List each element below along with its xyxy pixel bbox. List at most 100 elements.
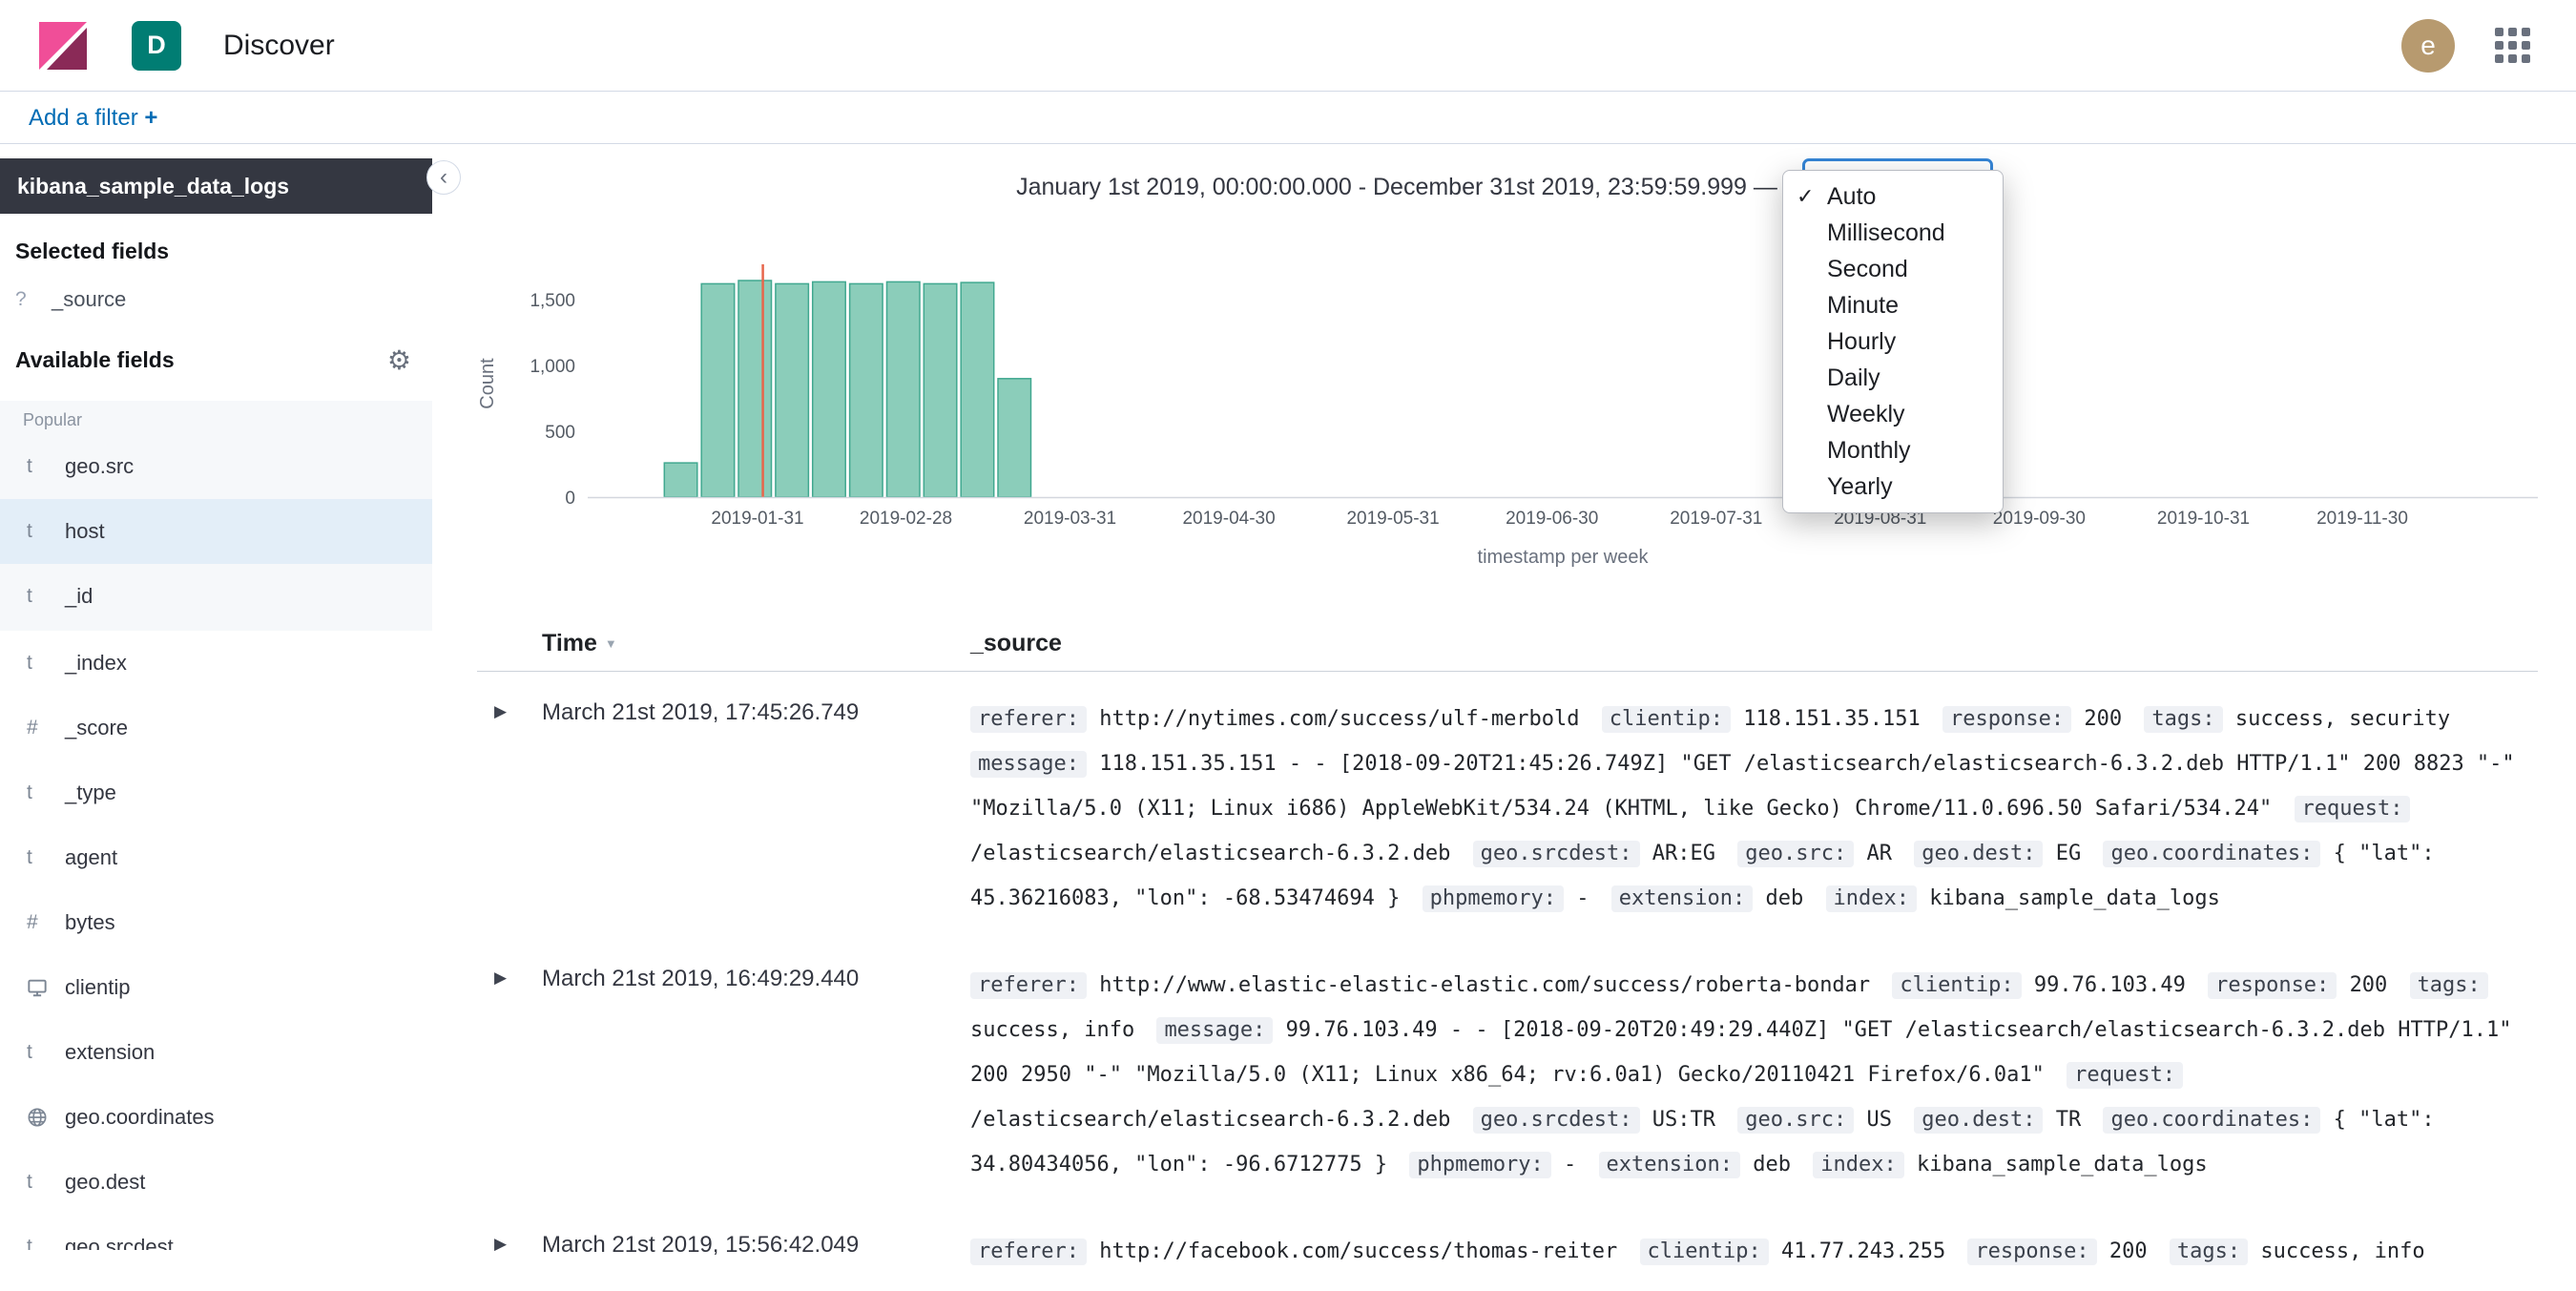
string-field-icon: t xyxy=(27,520,55,543)
histogram-bar[interactable] xyxy=(776,283,809,497)
source-field-name: message: xyxy=(1156,1017,1273,1044)
sidebar-field--type[interactable]: t_type xyxy=(0,760,432,825)
document-source: referer: http://facebook.com/success/tho… xyxy=(970,1229,2538,1274)
interval-option-second[interactable]: Second xyxy=(1783,251,2003,287)
source-field-value: 200 xyxy=(2350,973,2388,997)
x-axis-tick-label: 2019-07-31 xyxy=(1670,509,1762,529)
source-field-name: index: xyxy=(1813,1152,1903,1178)
documents-table: Time▼ _source ▶March 21st 2019, 17:45:26… xyxy=(477,622,2538,1291)
sidebar-field-clientip[interactable]: clientip xyxy=(0,955,432,1020)
interval-option-weekly[interactable]: Weekly xyxy=(1783,396,2003,432)
field-label: clientip xyxy=(65,975,130,1000)
sidebar-field-host[interactable]: thost xyxy=(0,499,432,564)
sidebar-field-geo-src[interactable]: tgeo.src xyxy=(0,434,432,499)
sidebar-field--id[interactable]: t_id xyxy=(0,564,432,629)
add-filter-label: Add a filter xyxy=(29,105,138,131)
document-row: ▶March 21st 2019, 17:45:26.749referer: h… xyxy=(477,672,2538,938)
sidebar-field-source[interactable]: ? _source xyxy=(0,287,432,312)
interval-option-millisecond[interactable]: Millisecond xyxy=(1783,215,2003,251)
sidebar-field--score[interactable]: #_score xyxy=(0,696,432,760)
string-field-icon: t xyxy=(27,1041,55,1064)
expand-document-icon[interactable]: ▶ xyxy=(477,963,542,1187)
source-field-name: response: xyxy=(2208,972,2337,999)
document-source: referer: http://nytimes.com/success/ulf-… xyxy=(970,697,2538,921)
field-label: geo.dest xyxy=(65,1170,145,1195)
source-field-name: referer: xyxy=(970,706,1087,733)
sidebar-field-geo-coordinates[interactable]: geo.coordinates xyxy=(0,1085,432,1150)
add-filter-button[interactable]: Add a filter + xyxy=(29,105,157,132)
sort-descending-icon[interactable]: ▼ xyxy=(605,636,617,651)
source-field-value: kibana_sample_data_logs xyxy=(1929,886,2220,910)
sidebar-field-geo-dest[interactable]: tgeo.dest xyxy=(0,1150,432,1215)
expand-document-icon[interactable]: ▶ xyxy=(477,1229,542,1274)
index-pattern-selector[interactable]: kibana_sample_data_logs xyxy=(0,158,432,214)
source-field-value: deb xyxy=(1753,1153,1791,1176)
user-avatar[interactable]: e xyxy=(2401,19,2455,73)
histogram-bar[interactable] xyxy=(998,379,1031,497)
field-label: agent xyxy=(65,845,117,870)
source-field-value: success, security xyxy=(2235,707,2450,731)
interval-option-minute[interactable]: Minute xyxy=(1783,287,2003,323)
unknown-type-icon: ? xyxy=(15,288,42,311)
histogram-bar[interactable] xyxy=(738,281,772,497)
document-row: ▶March 21st 2019, 15:56:42.049referer: h… xyxy=(477,1204,2538,1291)
source-field-name: response: xyxy=(1942,706,2071,733)
sidebar-field-extension[interactable]: t extension xyxy=(0,1020,432,1085)
interval-option-daily[interactable]: Daily xyxy=(1783,360,2003,396)
interval-option-label: Weekly xyxy=(1827,401,1905,428)
source-field-name: geo.srcdest: xyxy=(1473,841,1640,867)
kibana-logo-icon[interactable] xyxy=(38,21,88,71)
space-avatar[interactable]: D xyxy=(132,21,181,71)
discover-main-panel: ‹ January 1st 2019, 00:00:00.000 - Decem… xyxy=(432,145,2576,1250)
check-icon: ✓ xyxy=(1797,184,1827,209)
histogram-bar[interactable] xyxy=(813,281,846,497)
expand-document-icon[interactable]: ▶ xyxy=(477,697,542,921)
histogram-bar[interactable] xyxy=(887,281,921,497)
x-axis-tick-label: 2019-06-30 xyxy=(1506,509,1598,529)
histogram-bar[interactable] xyxy=(664,463,697,497)
available-fields-heading: Available fields xyxy=(15,347,175,373)
number-field-icon: # xyxy=(27,717,55,739)
source-field-value: success, info xyxy=(2260,1239,2424,1263)
sidebar-field-agent[interactable]: tagent xyxy=(0,825,432,890)
y-axis-tick-label: 500 xyxy=(545,423,575,443)
interval-dropdown-menu: ✓Auto Millisecond SecondMinuteHourlyDaily W… xyxy=(1782,170,2004,513)
string-field-icon: t xyxy=(27,846,55,869)
interval-option-label: Monthly xyxy=(1827,437,1911,465)
sidebar-field--index[interactable]: t_index xyxy=(0,631,432,696)
source-field-value: 200 xyxy=(2109,1239,2148,1263)
field-settings-gear-icon[interactable]: ⚙ xyxy=(387,344,411,376)
field-label: geo.srcdest xyxy=(65,1235,174,1250)
interval-option-yearly[interactable]: Yearly xyxy=(1783,469,2003,505)
plus-icon: + xyxy=(144,105,157,131)
source-field-name: index: xyxy=(1826,885,1917,912)
source-field-value: deb xyxy=(1766,886,1804,910)
field-label: extension xyxy=(65,1040,155,1065)
x-axis-title: timestamp per week xyxy=(1478,547,1650,568)
discover-sidebar: kibana_sample_data_logs Selected fields … xyxy=(0,145,432,1250)
interval-option-auto[interactable]: ✓Auto xyxy=(1783,178,2003,215)
source-field-name: phpmemory: xyxy=(1423,885,1564,912)
apps-menu-icon[interactable] xyxy=(2495,28,2530,63)
source-field-name: clientip: xyxy=(1892,972,2021,999)
interval-option-hourly[interactable]: Hourly xyxy=(1783,323,2003,360)
source-field-name: referer: xyxy=(970,1239,1087,1265)
collapse-sidebar-button[interactable]: ‹ xyxy=(426,160,461,195)
source-field-value: 118.151.35.151 - - [2018-09-20T21:45:26.… xyxy=(970,752,2515,821)
y-axis-tick-label: 0 xyxy=(565,489,575,509)
sidebar-field-bytes[interactable]: #bytes xyxy=(0,890,432,955)
interval-option-label: Millisecond xyxy=(1827,219,1945,247)
string-field-icon: t xyxy=(27,585,55,608)
document-source: referer: http://www.elastic-elastic-elas… xyxy=(970,963,2538,1187)
interval-option-monthly[interactable]: Monthly xyxy=(1783,432,2003,469)
histogram-bar[interactable] xyxy=(961,282,993,497)
histogram-bar[interactable] xyxy=(850,283,883,497)
histogram-bar[interactable] xyxy=(924,283,957,497)
sidebar-field-geo-srcdest[interactable]: t geo.srcdest xyxy=(0,1215,432,1250)
field-label: _source xyxy=(52,287,126,312)
source-field-name: tags: xyxy=(2144,706,2222,733)
histogram-bar[interactable] xyxy=(701,283,735,497)
x-axis-tick-label: 2019-05-31 xyxy=(1346,509,1439,529)
time-column-header[interactable]: Time▼ xyxy=(542,630,970,657)
string-field-icon: t xyxy=(27,1236,55,1250)
